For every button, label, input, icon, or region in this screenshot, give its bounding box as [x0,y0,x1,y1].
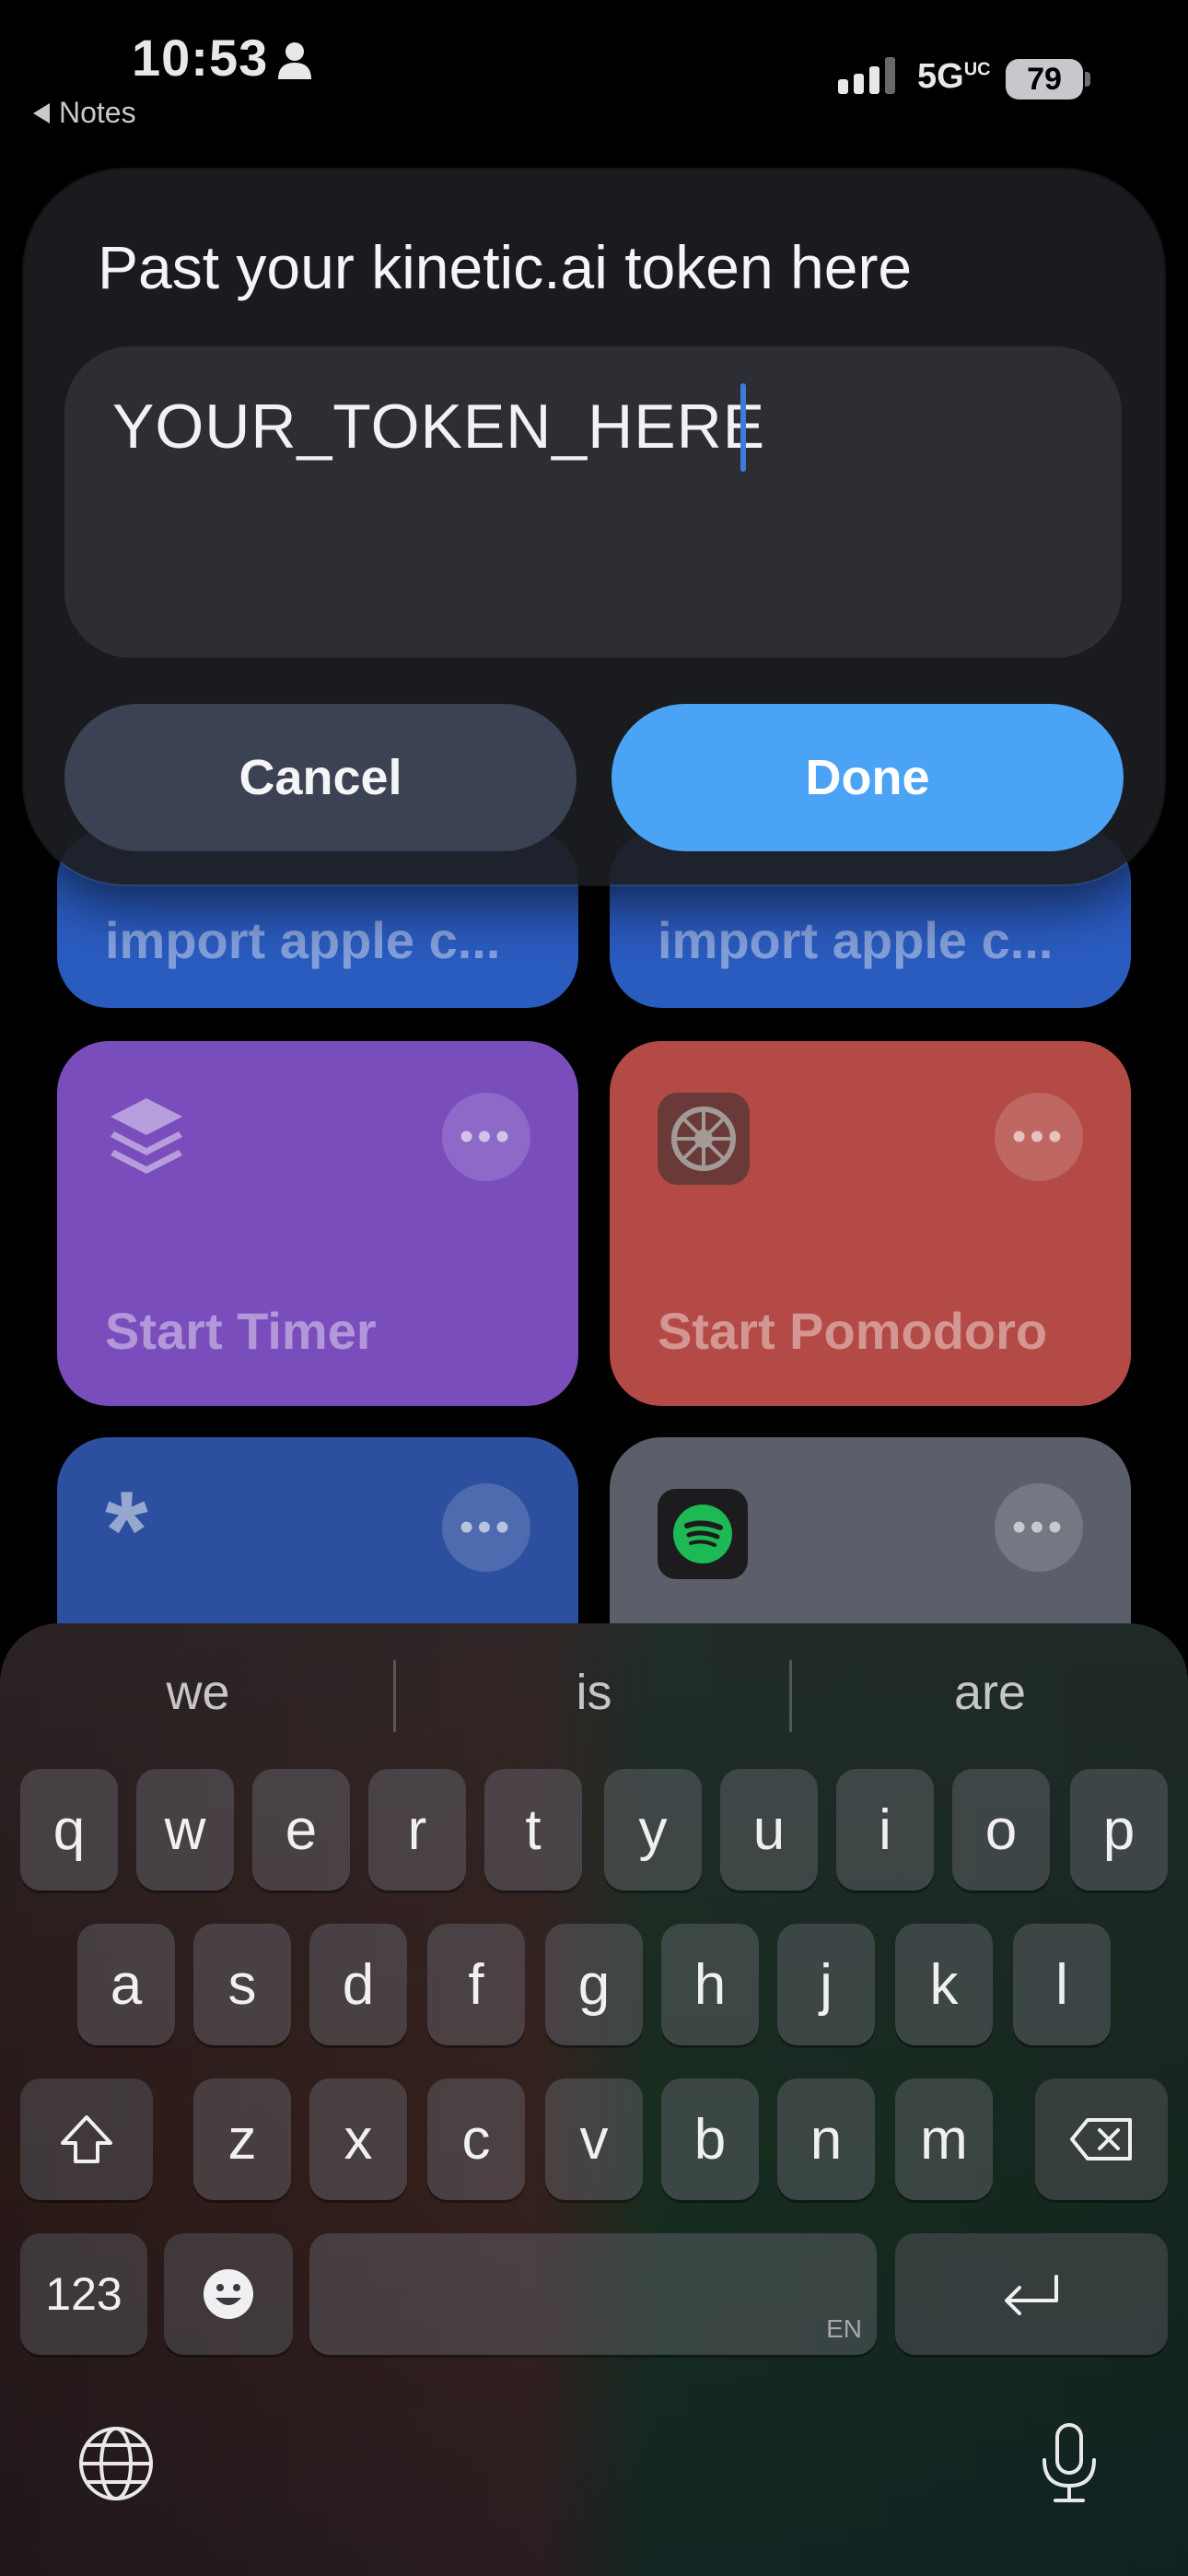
key-d[interactable]: d [309,1924,407,2045]
key-h[interactable]: h [661,1924,759,2045]
dialog-title: Past your kinetic.ai token here [98,233,913,301]
network-indicator: 5GUC [917,57,991,97]
suggestion-3[interactable]: are [824,1664,1156,1721]
key-p[interactable]: p [1070,1769,1168,1891]
spotify-icon [658,1489,748,1579]
key-w[interactable]: w [136,1769,234,1891]
cancel-button[interactable]: Cancel [64,704,577,851]
key-c[interactable]: c [427,2078,525,2200]
layers-icon [111,1098,182,1174]
battery-icon: 79 [1006,59,1083,100]
key-s[interactable]: s [193,1924,291,2045]
suggestion-divider [393,1660,396,1732]
emoji-icon [204,2269,253,2319]
key-o[interactable]: o [952,1769,1050,1891]
key-j[interactable]: j [777,1924,875,2045]
key-t[interactable]: t [484,1769,582,1891]
key-l[interactable]: l [1013,1924,1111,2045]
numbers-key[interactable]: 123 [20,2233,147,2355]
more-options-button[interactable]: ••• [442,1093,530,1181]
key-u[interactable]: u [720,1769,818,1891]
key-n[interactable]: n [777,2078,875,2200]
emoji-key[interactable] [164,2233,293,2355]
space-key[interactable]: EN [309,2233,877,2355]
shortcut-tile-start-pomodoro[interactable]: ••• Start Pomodoro [610,1041,1131,1406]
battery-level: 79 [1027,61,1062,97]
suggestion-2[interactable]: is [428,1664,760,1721]
asterisk-icon: * [105,1469,148,1592]
back-arrow-icon [33,102,50,123]
key-b[interactable]: b [661,2078,759,2200]
settings-gear-icon [658,1093,750,1185]
key-a[interactable]: a [77,1924,175,2045]
suggestion-divider [789,1660,792,1732]
tile-label: import apple c... [105,911,501,969]
network-suffix: UC [963,59,991,80]
suggestion-1[interactable]: we [32,1664,364,1721]
key-i[interactable]: i [836,1769,934,1891]
shift-key[interactable] [20,2078,153,2200]
delete-key[interactable] [1035,2078,1168,2200]
key-m[interactable]: m [895,2078,993,2200]
key-v[interactable]: v [545,2078,643,2200]
done-button[interactable]: Done [611,704,1124,851]
more-options-button[interactable]: ••• [442,1483,530,1572]
network-label: 5G [917,57,964,96]
shift-icon [61,2115,112,2163]
microphone-icon[interactable] [1037,2421,1101,2506]
key-q[interactable]: q [20,1769,118,1891]
battery-nub [1085,72,1090,87]
key-f[interactable]: f [427,1924,525,2045]
return-key[interactable] [895,2233,1168,2355]
globe-icon[interactable] [77,2425,155,2502]
shortcut-tile-start-timer[interactable]: ••• Start Timer [57,1041,578,1406]
key-x[interactable]: x [309,2078,407,2200]
tile-label: Start Pomodoro [658,1302,1048,1360]
return-icon [1005,2275,1058,2315]
more-options-button[interactable]: ••• [995,1093,1083,1181]
more-options-button[interactable]: ••• [995,1483,1083,1572]
person-icon [278,42,311,79]
key-k[interactable]: k [895,1924,993,2045]
status-time: 10:53 [132,29,269,87]
keyboard: we is are q w e r t y u i o p a s d f g … [0,1623,1188,2576]
key-e[interactable]: e [252,1769,350,1891]
signal-strength-icon [838,57,895,94]
back-label: Notes [59,96,136,129]
tile-label: Start Timer [105,1302,377,1360]
token-input-value: YOUR_TOKEN_HERE [112,392,766,462]
tile-label: import apple c... [658,911,1054,969]
key-r[interactable]: r [368,1769,466,1891]
key-y[interactable]: y [604,1769,702,1891]
backspace-icon [1070,2118,1132,2160]
text-caret [740,383,746,472]
key-g[interactable]: g [545,1924,643,2045]
back-to-notes-link[interactable]: Notes [33,96,136,130]
key-z[interactable]: z [193,2078,291,2200]
space-language-label: EN [826,2314,862,2343]
